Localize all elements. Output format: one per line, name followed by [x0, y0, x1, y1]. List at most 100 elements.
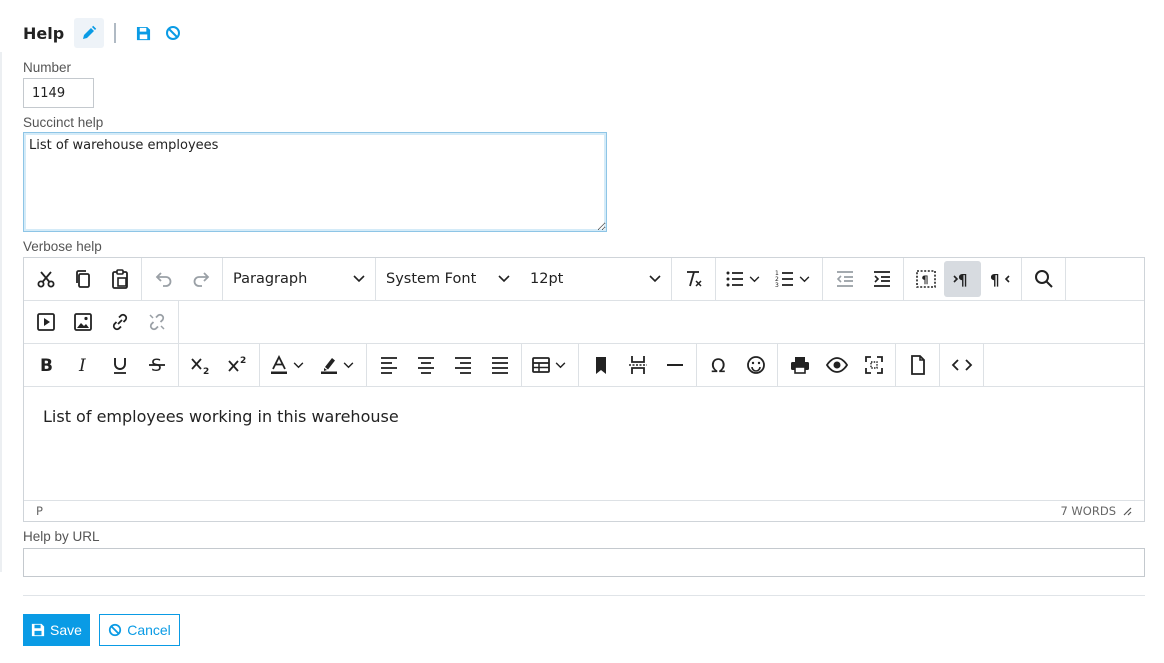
word-count[interactable]: 7 WORDS	[1060, 504, 1116, 518]
chevron-down-icon	[555, 361, 566, 368]
header-cancel-button[interactable]	[158, 18, 188, 48]
svg-text:2: 2	[203, 367, 209, 375]
superscript-button[interactable]: 2	[219, 347, 256, 383]
cancel-icon	[166, 26, 181, 40]
succinct-help-textarea[interactable]: List of warehouse employees	[23, 132, 607, 232]
preview-button[interactable]	[818, 347, 855, 383]
strikethrough-button[interactable]: S	[138, 347, 175, 383]
list-group: 123	[716, 258, 823, 300]
save-icon	[136, 26, 150, 40]
verbose-help-label: Verbose help	[23, 239, 102, 254]
block-format-dropdown[interactable]: Paragraph	[223, 261, 375, 297]
svg-text:Ω: Ω	[711, 355, 726, 375]
fullscreen-icon	[864, 356, 883, 374]
align-justify-button[interactable]	[481, 347, 518, 383]
underline-icon	[113, 358, 126, 374]
special-character-button[interactable]: Ω	[700, 347, 737, 383]
save-button[interactable]: Save	[23, 614, 90, 646]
source-code-button[interactable]	[943, 347, 980, 383]
insert-image-button[interactable]	[64, 304, 101, 340]
fullscreen-button[interactable]	[855, 347, 892, 383]
svg-text:¶: ¶	[958, 271, 968, 289]
text-color-button[interactable]	[263, 347, 313, 383]
highlight-color-button[interactable]	[313, 347, 363, 383]
font-family-dropdown[interactable]: System Font	[376, 261, 520, 297]
show-blocks-icon: ¶	[915, 270, 936, 288]
page-break-button[interactable]	[619, 347, 656, 383]
paste-button[interactable]	[101, 261, 138, 297]
new-document-button[interactable]	[899, 347, 936, 383]
horizontal-line-button[interactable]	[656, 347, 693, 383]
ltr-button[interactable]: ¶	[944, 261, 981, 297]
direction-group: ¶ ¶ ¶	[904, 258, 1022, 300]
show-blocks-button[interactable]: ¶	[907, 261, 944, 297]
redo-button[interactable]	[182, 261, 219, 297]
succinct-help-label: Succinct help	[23, 115, 104, 130]
subscript-button[interactable]: 2	[182, 347, 219, 383]
bullet-list-button[interactable]	[719, 261, 769, 297]
bookmark-button[interactable]	[582, 347, 619, 383]
align-right-button[interactable]	[444, 347, 481, 383]
toolbar-row-2	[24, 301, 1144, 344]
numbered-list-icon: 123	[775, 270, 793, 289]
edit-button[interactable]	[74, 18, 105, 48]
superscript-icon: 2	[227, 356, 246, 372]
align-center-button[interactable]	[407, 347, 444, 383]
toolbar-row-1: Paragraph System Font 12pt 1 2 3 ¶ ¶ ¶	[24, 258, 1144, 301]
rtl-button[interactable]: ¶	[981, 261, 1018, 297]
resize-handle-icon[interactable]	[1122, 506, 1132, 516]
editor-content[interactable]: List of employees working in this wareho…	[24, 387, 1144, 502]
svg-text:I: I	[78, 356, 86, 375]
insert-media-button[interactable]	[27, 304, 64, 340]
header-divider	[114, 23, 117, 43]
image-icon	[73, 313, 92, 331]
chevron-down-icon	[343, 361, 354, 368]
scissors-icon	[37, 271, 54, 288]
italic-icon: I	[78, 356, 86, 375]
view-group	[778, 344, 896, 386]
indent-icon	[873, 271, 890, 287]
remove-link-button[interactable]	[138, 304, 175, 340]
undo-icon	[155, 272, 171, 287]
indent-button[interactable]	[863, 261, 900, 297]
help-url-label: Help by URL	[23, 529, 100, 544]
omega-icon: Ω	[711, 355, 726, 375]
print-button[interactable]	[781, 347, 818, 383]
save-button-label: Save	[50, 622, 82, 638]
element-path[interactable]: P	[36, 504, 43, 518]
editor-content-text: List of employees working in this wareho…	[43, 407, 399, 426]
font-family-value: System Font	[386, 271, 477, 287]
bold-button[interactable]: B	[27, 347, 64, 383]
cancel-button[interactable]: Cancel	[99, 614, 180, 646]
clear-formatting-button[interactable]	[675, 261, 712, 297]
numbered-list-button[interactable]: 123	[769, 261, 819, 297]
help-url-input[interactable]	[23, 548, 1145, 577]
align-group	[367, 344, 522, 386]
script-group: 2 2	[179, 344, 260, 386]
underline-button[interactable]	[101, 347, 138, 383]
search-icon	[1034, 270, 1053, 288]
header-save-button[interactable]	[128, 18, 158, 48]
font-size-dropdown[interactable]: 12pt	[520, 261, 671, 297]
insert-link-button[interactable]	[101, 304, 138, 340]
history-group	[142, 258, 223, 300]
special-group: Ω	[697, 344, 778, 386]
search-replace-button[interactable]	[1025, 261, 1062, 297]
align-center-icon	[417, 357, 434, 374]
outdent-button[interactable]	[826, 261, 863, 297]
number-input[interactable]	[23, 78, 94, 108]
pencil-icon	[83, 25, 97, 39]
table-button[interactable]	[525, 347, 575, 383]
redo-icon	[193, 272, 209, 287]
align-right-icon	[454, 357, 471, 374]
cut-button[interactable]	[27, 261, 64, 297]
align-left-button[interactable]	[370, 347, 407, 383]
number-label: Number	[23, 60, 72, 75]
emoticons-button[interactable]	[737, 347, 774, 383]
copy-button[interactable]	[64, 261, 101, 297]
bold-icon: B	[40, 356, 53, 375]
italic-button[interactable]: I	[64, 347, 101, 383]
code-icon	[951, 359, 972, 371]
right-to-left-icon: ¶	[990, 271, 1010, 289]
undo-button[interactable]	[145, 261, 182, 297]
